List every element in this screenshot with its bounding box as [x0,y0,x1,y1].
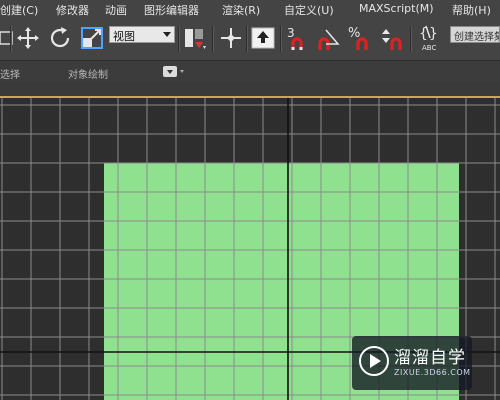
percent-snap-toggle-button[interactable]: % [346,24,374,52]
menu-maxscript[interactable]: MAXScript(M) [359,2,434,15]
move-button[interactable] [14,24,42,52]
menu-graph-editors[interactable]: 图形编辑器 [144,2,199,18]
main-toolbar: 视图 3 % {} ABC 创建选择集 [0,18,500,60]
spinner-snap-icon [382,29,402,50]
play-logo-icon [359,346,389,376]
edit-named-selection-sets-button[interactable]: { } ABC [416,24,444,52]
snap-magnet-icon: 3 [287,26,303,50]
toolbar-separator [212,26,214,52]
toolbar-separator [410,26,412,52]
select-and-manipulate-button[interactable] [217,24,245,52]
ribbon-bar: 选择 对象绘制 [0,60,500,83]
menu-customize[interactable]: 自定义(U) [284,2,334,18]
toolbar-separator [246,26,248,52]
rotate-button[interactable] [46,24,74,52]
snaps-toggle-button[interactable]: 3 [283,24,311,52]
scale-icon [81,27,103,49]
reference-coordinate-value: 视图 [113,30,135,43]
viewport-header [0,82,500,98]
ribbon-tab-object-paint[interactable]: 对象绘制 [68,66,108,81]
menu-modifiers[interactable]: 修改器 [56,2,89,18]
move-icon [17,27,39,49]
create-selection-set-field[interactable]: 创建选择集 [450,26,500,43]
menu-bar: 创建(C) 修改器 动画 图形编辑器 渲染(R) 自定义(U) MAXScrip… [0,0,500,18]
selection-set-value: 创建选择集 [454,32,500,43]
watermark: 溜溜自学 ZIXUE.3D66.COM [352,336,472,390]
reference-coordinate-dropdown[interactable]: 视图 [109,26,175,43]
named-selection-icon: { } ABC [419,25,438,52]
ribbon-options-button[interactable] [163,66,185,77]
manipulate-icon [221,28,241,48]
snap-label: 3 [287,26,295,40]
svg-text:}: } [429,26,438,42]
chevron-down-icon [163,32,171,37]
toolbar-separator [178,26,180,52]
toolbar-separator [280,26,282,52]
toolbar-separator [10,26,12,52]
angle-snap-icon [318,29,340,50]
menu-rendering[interactable]: 渲染(R) [222,2,260,18]
scale-button[interactable] [78,24,106,52]
spinner-snap-toggle-button[interactable] [378,24,406,52]
abc-label: ABC [422,44,436,52]
percent-snap-icon: % [348,26,368,50]
chevron-down-icon [163,66,184,77]
menu-help[interactable]: 帮助(H) [452,2,491,18]
watermark-title: 溜溜自学 [394,348,466,368]
menu-create[interactable]: 创建(C) [0,2,38,18]
keyboard-override-icon [251,27,275,49]
use-pivot-center-button[interactable] [181,24,209,52]
menu-animation[interactable]: 动画 [105,2,127,18]
keyboard-shortcut-override-button[interactable] [249,24,277,52]
ribbon-tab-selection[interactable]: 选择 [0,66,20,81]
pivot-center-icon [185,29,206,49]
watermark-subtitle: ZIXUE.3D66.COM [394,368,471,377]
angle-snap-toggle-button[interactable] [314,24,342,52]
rotate-icon [50,27,70,48]
